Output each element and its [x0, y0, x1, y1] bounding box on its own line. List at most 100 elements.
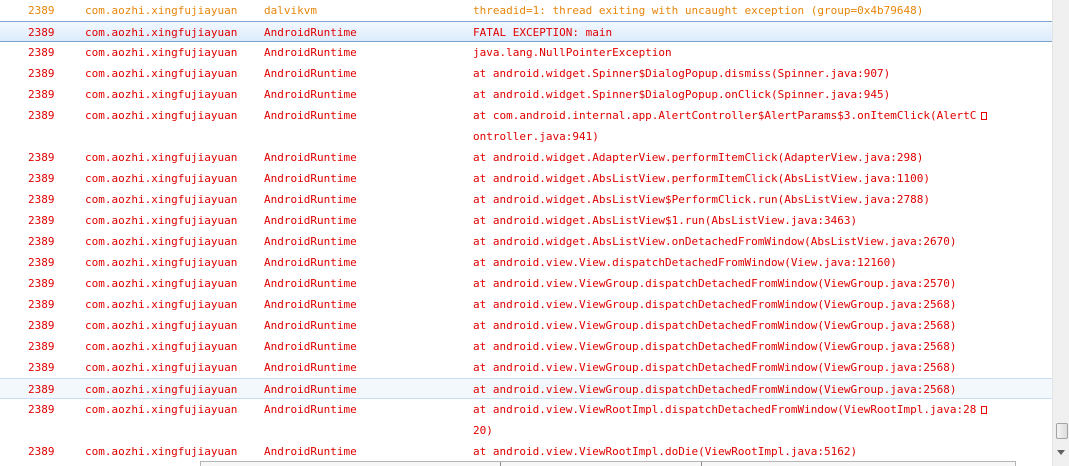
log-tag: AndroidRuntime — [264, 151, 357, 164]
log-application: com.aozhi.xingfujiayuan — [85, 214, 238, 227]
log-message: at android.view.ViewGroup.dispatchDetach… — [473, 336, 1033, 357]
log-application: com.aozhi.xingfujiayuan — [85, 383, 238, 396]
log-message: at android.view.ViewGroup.dispatchDetach… — [473, 273, 1033, 294]
log-tag: AndroidRuntime — [264, 403, 357, 416]
log-application: com.aozhi.xingfujiayuan — [85, 256, 238, 269]
scrollbar-grip — [500, 462, 501, 466]
log-message-text: at android.widget.AbsListView.performIte… — [473, 172, 930, 185]
log-pid: 2389 — [28, 403, 55, 416]
log-row[interactable]: 2389 com.aozhi.xingfujiayuan AndroidRuntim… — [0, 42, 1052, 63]
log-pid: 2389 — [28, 4, 55, 17]
log-row[interactable]: 2389 com.aozhi.xingfujiayuan AndroidRuntim… — [0, 105, 1052, 147]
logcat-table: 2389 com.aozhi.xingfujiayuan dalvikvm threa… — [0, 0, 1052, 466]
line-wrap-icon — [981, 112, 988, 120]
scrollbar-thumb[interactable] — [1056, 423, 1068, 439]
log-message: at android.view.ViewRootImpl.dispatchDet… — [473, 399, 1033, 441]
log-pid: 2389 — [28, 298, 55, 311]
log-tag: AndroidRuntime — [264, 235, 357, 248]
log-application: com.aozhi.xingfujiayuan — [85, 403, 238, 416]
vertical-scrollbar[interactable] — [1052, 0, 1069, 466]
log-message-text: at android.view.ViewGroup.dispatchDetach… — [473, 361, 957, 374]
log-tag: AndroidRuntime — [264, 277, 357, 290]
log-pid: 2389 — [28, 67, 55, 80]
log-pid: 2389 — [28, 151, 55, 164]
log-row[interactable]: 2389 com.aozhi.xingfujiayuan AndroidRuntim… — [0, 168, 1052, 189]
log-application: com.aozhi.xingfujiayuan — [85, 193, 238, 206]
log-tag: AndroidRuntime — [264, 46, 357, 59]
log-pid: 2389 — [28, 88, 55, 101]
log-row[interactable]: 2389 com.aozhi.xingfujiayuan AndroidRuntim… — [0, 231, 1052, 252]
log-message-text: at android.widget.AdapterView.performIte… — [473, 151, 924, 164]
log-tag: AndroidRuntime — [264, 340, 357, 353]
log-application: com.aozhi.xingfujiayuan — [85, 4, 238, 17]
log-application: com.aozhi.xingfujiayuan — [85, 109, 238, 122]
log-tag: AndroidRuntime — [264, 193, 357, 206]
log-row[interactable]: 2389 com.aozhi.xingfujiayuan AndroidRuntim… — [0, 357, 1052, 378]
log-message-text: FATAL EXCEPTION: main — [473, 26, 613, 39]
log-pid: 2389 — [28, 46, 55, 59]
log-message: at com.android.internal.app.AlertControl… — [473, 105, 1033, 147]
log-message: at android.view.View.dispatchDetachedFro… — [473, 252, 1033, 273]
log-pid: 2389 — [28, 319, 55, 332]
log-message-text: at com.android.internal.app.AlertControl… — [473, 109, 977, 122]
line-wrap-icon — [981, 406, 988, 414]
log-message: java.lang.NullPointerException — [473, 42, 1033, 63]
log-message: at android.view.ViewGroup.dispatchDetach… — [473, 294, 1033, 315]
log-message: at android.widget.AdapterView.performIte… — [473, 147, 1033, 168]
log-message-text: at android.widget.Spinner$DialogPopup.di… — [473, 67, 891, 80]
log-message-text: at android.view.ViewRootImpl.dispatchDet… — [473, 403, 977, 416]
log-tag: AndroidRuntime — [264, 26, 357, 39]
log-pid: 2389 — [28, 277, 55, 290]
log-row[interactable]: 2389 com.aozhi.xingfujiayuan AndroidRuntim… — [0, 210, 1052, 231]
log-row[interactable]: 2389 com.aozhi.xingfujiayuan AndroidRuntim… — [0, 294, 1052, 315]
log-application: com.aozhi.xingfujiayuan — [85, 67, 238, 80]
log-message: at android.widget.Spinner$DialogPopup.di… — [473, 63, 1033, 84]
log-row[interactable]: 2389 com.aozhi.xingfujiayuan AndroidRuntim… — [0, 21, 1052, 42]
log-message-text: at android.widget.Spinner$DialogPopup.on… — [473, 88, 891, 101]
log-tag: AndroidRuntime — [264, 172, 357, 185]
log-tag: AndroidRuntime — [264, 445, 357, 458]
log-row[interactable]: 2389 com.aozhi.xingfujiayuan AndroidRuntim… — [0, 378, 1052, 399]
log-message-text: java.lang.NullPointerException — [473, 46, 672, 59]
log-row[interactable]: 2389 com.aozhi.xingfujiayuan AndroidRuntim… — [0, 399, 1052, 441]
log-row[interactable]: 2389 com.aozhi.xingfujiayuan AndroidRuntim… — [0, 189, 1052, 210]
log-application: com.aozhi.xingfujiayuan — [85, 88, 238, 101]
log-tag: AndroidRuntime — [264, 109, 357, 122]
log-row[interactable]: 2389 com.aozhi.xingfujiayuan AndroidRuntim… — [0, 441, 1052, 462]
log-application: com.aozhi.xingfujiayuan — [85, 319, 238, 332]
horizontal-scrollbar[interactable] — [200, 461, 1016, 466]
log-tag: AndroidRuntime — [264, 298, 357, 311]
log-application: com.aozhi.xingfujiayuan — [85, 361, 238, 374]
log-message-text: at android.widget.AbsListView$1.run(AbsL… — [473, 214, 858, 227]
log-message-text: at android.view.ViewGroup.dispatchDetach… — [473, 383, 957, 396]
log-tag: AndroidRuntime — [264, 88, 357, 101]
log-tag: AndroidRuntime — [264, 256, 357, 269]
log-message-text: at android.widget.AbsListView$PerformCli… — [473, 193, 930, 206]
scrollbar-grip — [701, 462, 702, 466]
log-row[interactable]: 2389 com.aozhi.xingfujiayuan AndroidRuntim… — [0, 147, 1052, 168]
log-row[interactable]: 2389 com.aozhi.xingfujiayuan AndroidRuntim… — [0, 273, 1052, 294]
log-pid: 2389 — [28, 361, 55, 374]
log-message-text: at android.view.ViewGroup.dispatchDetach… — [473, 298, 957, 311]
log-row[interactable]: 2389 com.aozhi.xingfujiayuan AndroidRuntim… — [0, 63, 1052, 84]
log-application: com.aozhi.xingfujiayuan — [85, 445, 238, 458]
log-application: com.aozhi.xingfujiayuan — [85, 340, 238, 353]
log-message-text: at android.view.View.dispatchDetachedFro… — [473, 256, 897, 269]
log-message-text: at android.view.ViewRootImpl.doDie(ViewR… — [473, 445, 858, 458]
log-row[interactable]: 2389 com.aozhi.xingfujiayuan AndroidRuntim… — [0, 84, 1052, 105]
scroll-down-arrow-icon[interactable] — [1057, 450, 1065, 455]
log-row[interactable]: 2389 com.aozhi.xingfujiayuan AndroidRuntim… — [0, 315, 1052, 336]
log-message: at android.view.ViewGroup.dispatchDetach… — [473, 357, 1033, 378]
log-message-continuation: ontroller.java:941) — [473, 130, 599, 143]
log-message: at android.view.ViewGroup.dispatchDetach… — [473, 379, 1033, 400]
log-application: com.aozhi.xingfujiayuan — [85, 277, 238, 290]
log-tag: AndroidRuntime — [264, 214, 357, 227]
log-application: com.aozhi.xingfujiayuan — [85, 172, 238, 185]
log-message: at android.view.ViewRootImpl.doDie(ViewR… — [473, 441, 1033, 462]
log-application: com.aozhi.xingfujiayuan — [85, 26, 238, 39]
log-row[interactable]: 2389 com.aozhi.xingfujiayuan AndroidRuntim… — [0, 252, 1052, 273]
log-message-text: at android.view.ViewGroup.dispatchDetach… — [473, 319, 957, 332]
log-row[interactable]: 2389 com.aozhi.xingfujiayuan AndroidRuntim… — [0, 336, 1052, 357]
log-tag: AndroidRuntime — [264, 383, 357, 396]
log-row[interactable]: 2389 com.aozhi.xingfujiayuan dalvikvm threa… — [0, 0, 1052, 21]
